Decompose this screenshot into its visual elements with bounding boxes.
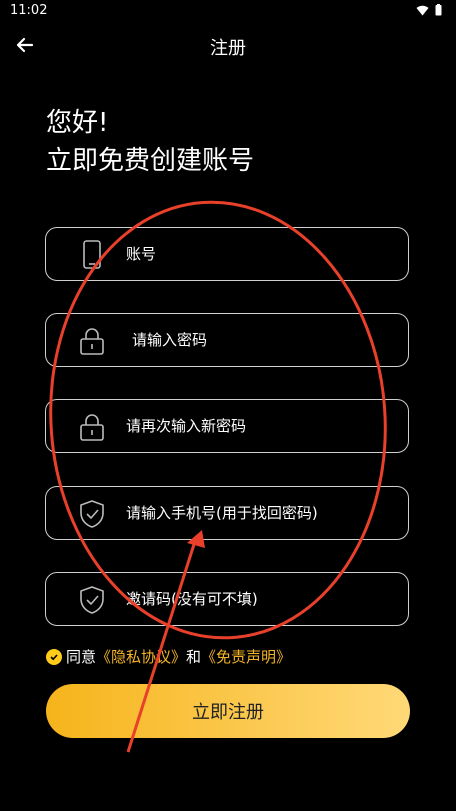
phone-field[interactable] (45, 486, 409, 540)
privacy-policy-link[interactable]: 《隐私协议》 (96, 646, 186, 667)
agree-checkbox[interactable] (46, 648, 62, 665)
status-time: 11:02 (10, 3, 48, 18)
battery-icon (435, 4, 442, 16)
invite-code-field[interactable] (45, 572, 409, 626)
greeting-hello: 您好! (46, 108, 109, 138)
status-icons (416, 4, 442, 16)
agreement-and: 和 (186, 648, 202, 666)
app-bar: 注册 (0, 22, 456, 68)
agreement-prefix: 同意 (66, 648, 97, 666)
greeting-subtitle: 立即免费创建账号 (46, 146, 255, 176)
wifi-icon (416, 5, 429, 15)
check-icon (50, 653, 58, 660)
password-field[interactable] (45, 313, 409, 367)
confirm-password-field[interactable] (45, 399, 409, 453)
lock-icon (80, 328, 104, 355)
register-button[interactable]: 立即注册 (46, 684, 410, 738)
confirm-password-input[interactable] (126, 400, 396, 452)
account-field[interactable] (45, 227, 409, 281)
status-bar: 11:02 (0, 0, 456, 22)
disclaimer-link[interactable]: 《免责声明》 (201, 646, 291, 667)
agreement-row: 同意 《隐私协议》 和 《免责声明》 (46, 646, 291, 667)
lock-icon (80, 414, 104, 441)
shield-icon (80, 500, 104, 528)
shield-icon (80, 586, 104, 614)
page-title: 注册 (210, 38, 246, 59)
account-input[interactable] (126, 228, 396, 280)
phone-input[interactable] (126, 487, 396, 539)
phone-icon (83, 240, 101, 269)
invite-code-input[interactable] (126, 573, 396, 625)
password-input[interactable] (132, 314, 402, 366)
